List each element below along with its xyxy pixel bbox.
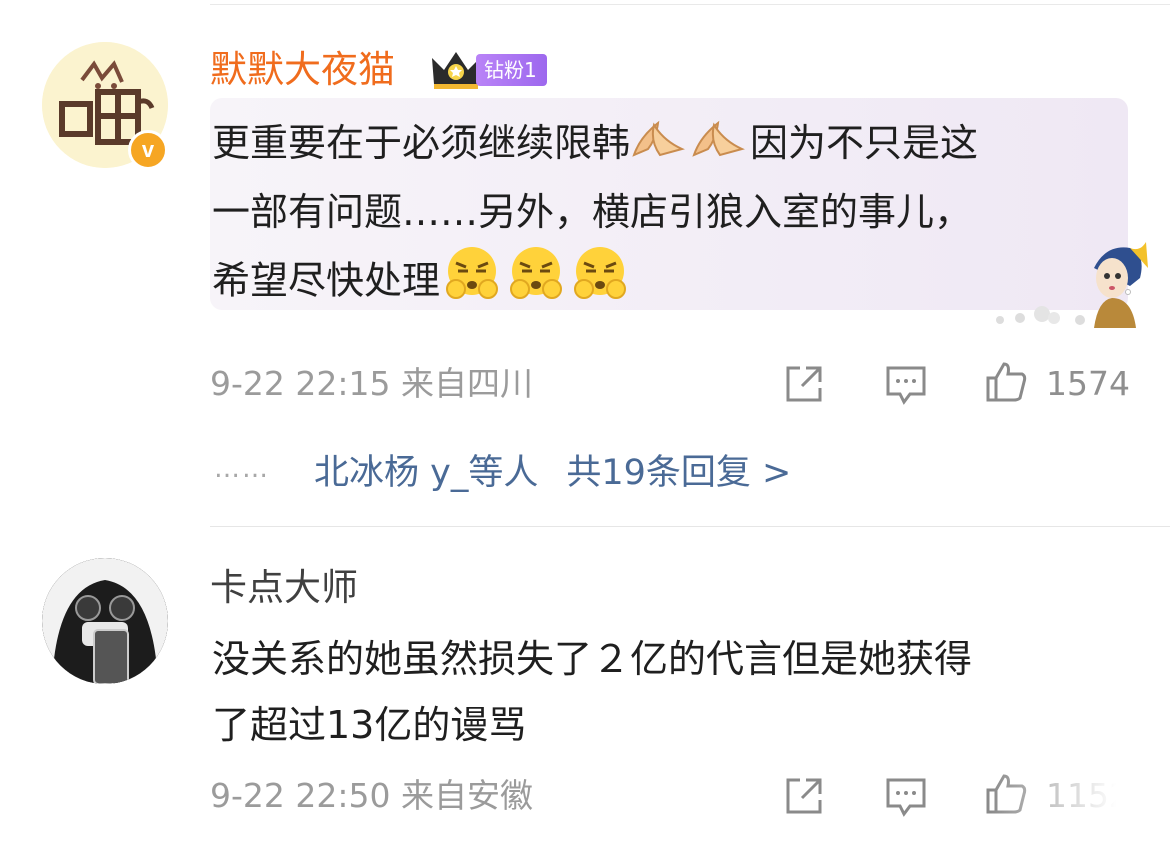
like-icon[interactable] bbox=[984, 360, 1028, 404]
fade-overlay bbox=[990, 768, 1170, 828]
comment-icon[interactable] bbox=[884, 362, 928, 406]
username[interactable]: 默默大夜猫 bbox=[210, 48, 395, 92]
dots: …… bbox=[214, 454, 270, 484]
grumpy-face-emoji bbox=[504, 245, 568, 321]
fan-badge: 钻粉1 bbox=[476, 54, 547, 86]
username[interactable]: 卡点大师 bbox=[210, 566, 358, 610]
share-icon[interactable] bbox=[782, 774, 826, 818]
verified-badge-icon: v bbox=[128, 130, 168, 170]
avatar[interactable] bbox=[42, 558, 168, 684]
comment-text: 没关系的她虽然损失了２亿的代言但是她获得 了超过13亿的谩骂 bbox=[212, 637, 973, 747]
crown-icon bbox=[432, 52, 480, 89]
comment-meta: 9-22 22:50 来自安徽 bbox=[210, 776, 533, 816]
location: 来自安徽 bbox=[401, 776, 533, 815]
pray-hands-emoji bbox=[690, 113, 750, 179]
top-divider bbox=[210, 4, 1170, 5]
grumpy-face-emoji bbox=[568, 245, 632, 321]
reply-users-link[interactable]: 北冰杨 y_等人 bbox=[314, 444, 538, 495]
grumpy-face-emoji bbox=[440, 245, 504, 321]
timestamp: 9-22 22:15 bbox=[210, 364, 391, 403]
comment-meta: 9-22 22:15 来自四川 bbox=[210, 364, 533, 404]
share-icon[interactable] bbox=[782, 362, 826, 406]
like-count: 1574 bbox=[1046, 364, 1130, 403]
timestamp: 9-22 22:50 bbox=[210, 776, 391, 815]
girl-with-pearl-earring-decoration bbox=[996, 242, 1148, 328]
view-replies-link[interactable]: 共19条回复 > bbox=[566, 444, 791, 495]
location: 来自四川 bbox=[401, 364, 533, 403]
comment-text: 更重要在于必须继续限韩 因为不只是这 一部有问题……另外，横店引狼入室的事儿， 希… bbox=[212, 110, 1112, 321]
replies-row[interactable]: …… 北冰杨 y_等人 共19条回复 > bbox=[214, 444, 791, 495]
comment-divider bbox=[210, 526, 1170, 527]
comment-icon[interactable] bbox=[884, 774, 928, 818]
pray-hands-emoji bbox=[630, 113, 690, 179]
